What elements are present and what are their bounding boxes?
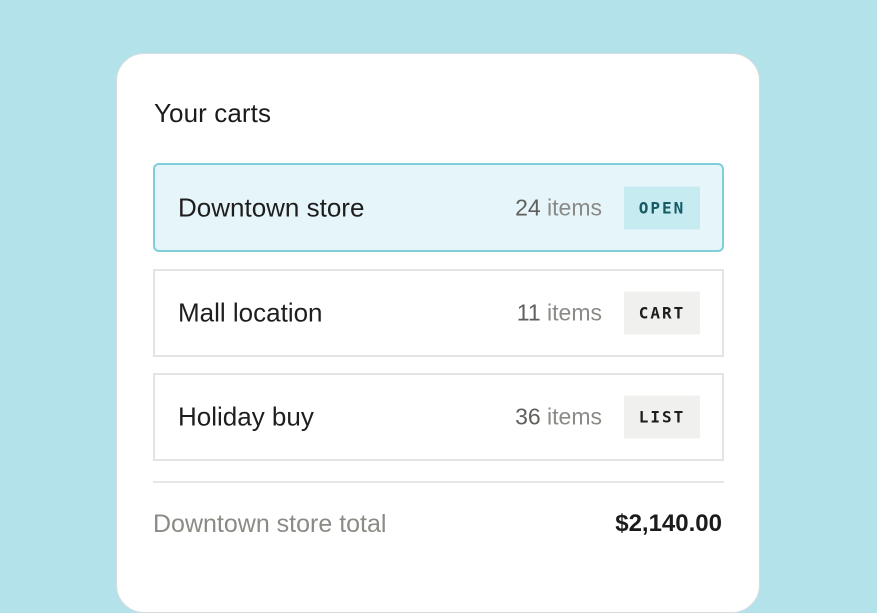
card-title: Your carts bbox=[154, 98, 272, 128]
cart-name: Mall location bbox=[178, 297, 323, 328]
cart-row-mall-location[interactable]: Mall location 11 items CART bbox=[153, 269, 724, 357]
cart-name: Holiday buy bbox=[178, 401, 314, 432]
cart-status-badge: OPEN bbox=[624, 186, 700, 229]
carts-card: Your carts Downtown store 24 items OPEN … bbox=[116, 53, 760, 613]
cart-name: Downtown store bbox=[178, 192, 365, 222]
divider bbox=[153, 481, 724, 483]
cart-status-badge: CART bbox=[624, 291, 700, 335]
cart-item-count: 11 items bbox=[516, 299, 602, 326]
cart-item-count: 24 items bbox=[515, 194, 602, 220]
cart-row-holiday-buy[interactable]: Holiday buy 36 items LIST bbox=[153, 373, 724, 461]
total-value: $2,140.00 bbox=[615, 510, 722, 537]
cart-status-badge: LIST bbox=[624, 395, 700, 439]
cart-item-count: 36 items bbox=[515, 403, 602, 430]
cart-row-downtown-store[interactable]: Downtown store 24 items OPEN bbox=[153, 163, 724, 252]
total-label: Downtown store total bbox=[153, 510, 387, 538]
